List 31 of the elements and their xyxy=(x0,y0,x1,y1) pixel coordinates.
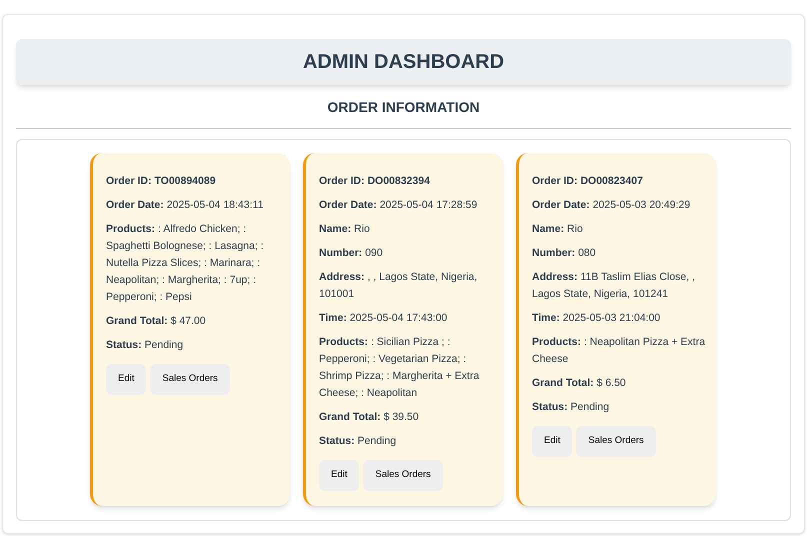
order-field: Address: 11B Taslim Elias Close, , Lagos State, Nigeria, 101241 xyxy=(532,269,706,303)
order-field: Name: Rio xyxy=(319,221,493,238)
order-field: Status: Pending xyxy=(532,399,706,416)
order-field: Status: Pending xyxy=(319,433,493,450)
order-field: Address: , , Lagos State, Nigeria, 101001 xyxy=(319,269,493,303)
order-button[interactable]: Sales Orders xyxy=(576,426,656,457)
order-field: Order Date: 2025-05-04 17:28:59 xyxy=(319,197,493,214)
order-button[interactable]: Edit xyxy=(106,364,146,395)
dashboard-title: ADMIN DASHBOARD xyxy=(302,50,504,75)
order-field: Order Date: 2025-05-03 20:49:29 xyxy=(532,197,706,214)
order-field: Grand Total: $ 47.00 xyxy=(106,313,280,330)
order-button[interactable]: Edit xyxy=(532,426,572,457)
order-field: Order Date: 2025-05-04 18:43:11 xyxy=(106,197,280,214)
order-field: Grand Total: $ 39.50 xyxy=(319,409,493,426)
order-field: Time: 2025-05-03 21:04:00 xyxy=(532,310,706,327)
order-button[interactable]: Sales Orders xyxy=(363,460,443,491)
order-field: Products: : Neapolitan Pizza + Extra Cheese xyxy=(532,334,706,368)
order-button[interactable]: Edit xyxy=(319,460,360,491)
order-field: Time: 2025-05-04 17:43:00 xyxy=(319,310,493,327)
order-field: Number: 080 xyxy=(532,245,706,262)
order-field: Status: Pending xyxy=(106,337,280,354)
order-field: Order ID: TO00894089 xyxy=(106,173,280,190)
order-field: Order ID: DO00832394 xyxy=(319,173,493,190)
section-title: ORDER INFORMATION xyxy=(326,98,481,117)
order-field: Number: 090 xyxy=(319,245,493,262)
order-field: Products: : Sicilian Pizza ; : Pepperoni; : Vegetarian Pizza; : Shrimp Pizza; : Margherita + Extra Cheese; : Neapolitan xyxy=(319,334,493,402)
order-field: Grand Total: $ 6.50 xyxy=(532,375,706,392)
order-field: Order ID: DO00823407 xyxy=(532,173,706,190)
order-field: Products: : Alfredo Chicken; : Spaghetti Bolognese; : Lasagna; : Nutella Pizza Slices; : Marinara; : Neapolitan; : Margherita; : 7up; : Pepperoni; : Pepsi xyxy=(106,221,280,306)
order-button[interactable]: Sales Orders xyxy=(150,364,230,395)
order-field: Name: Rio xyxy=(532,221,706,238)
